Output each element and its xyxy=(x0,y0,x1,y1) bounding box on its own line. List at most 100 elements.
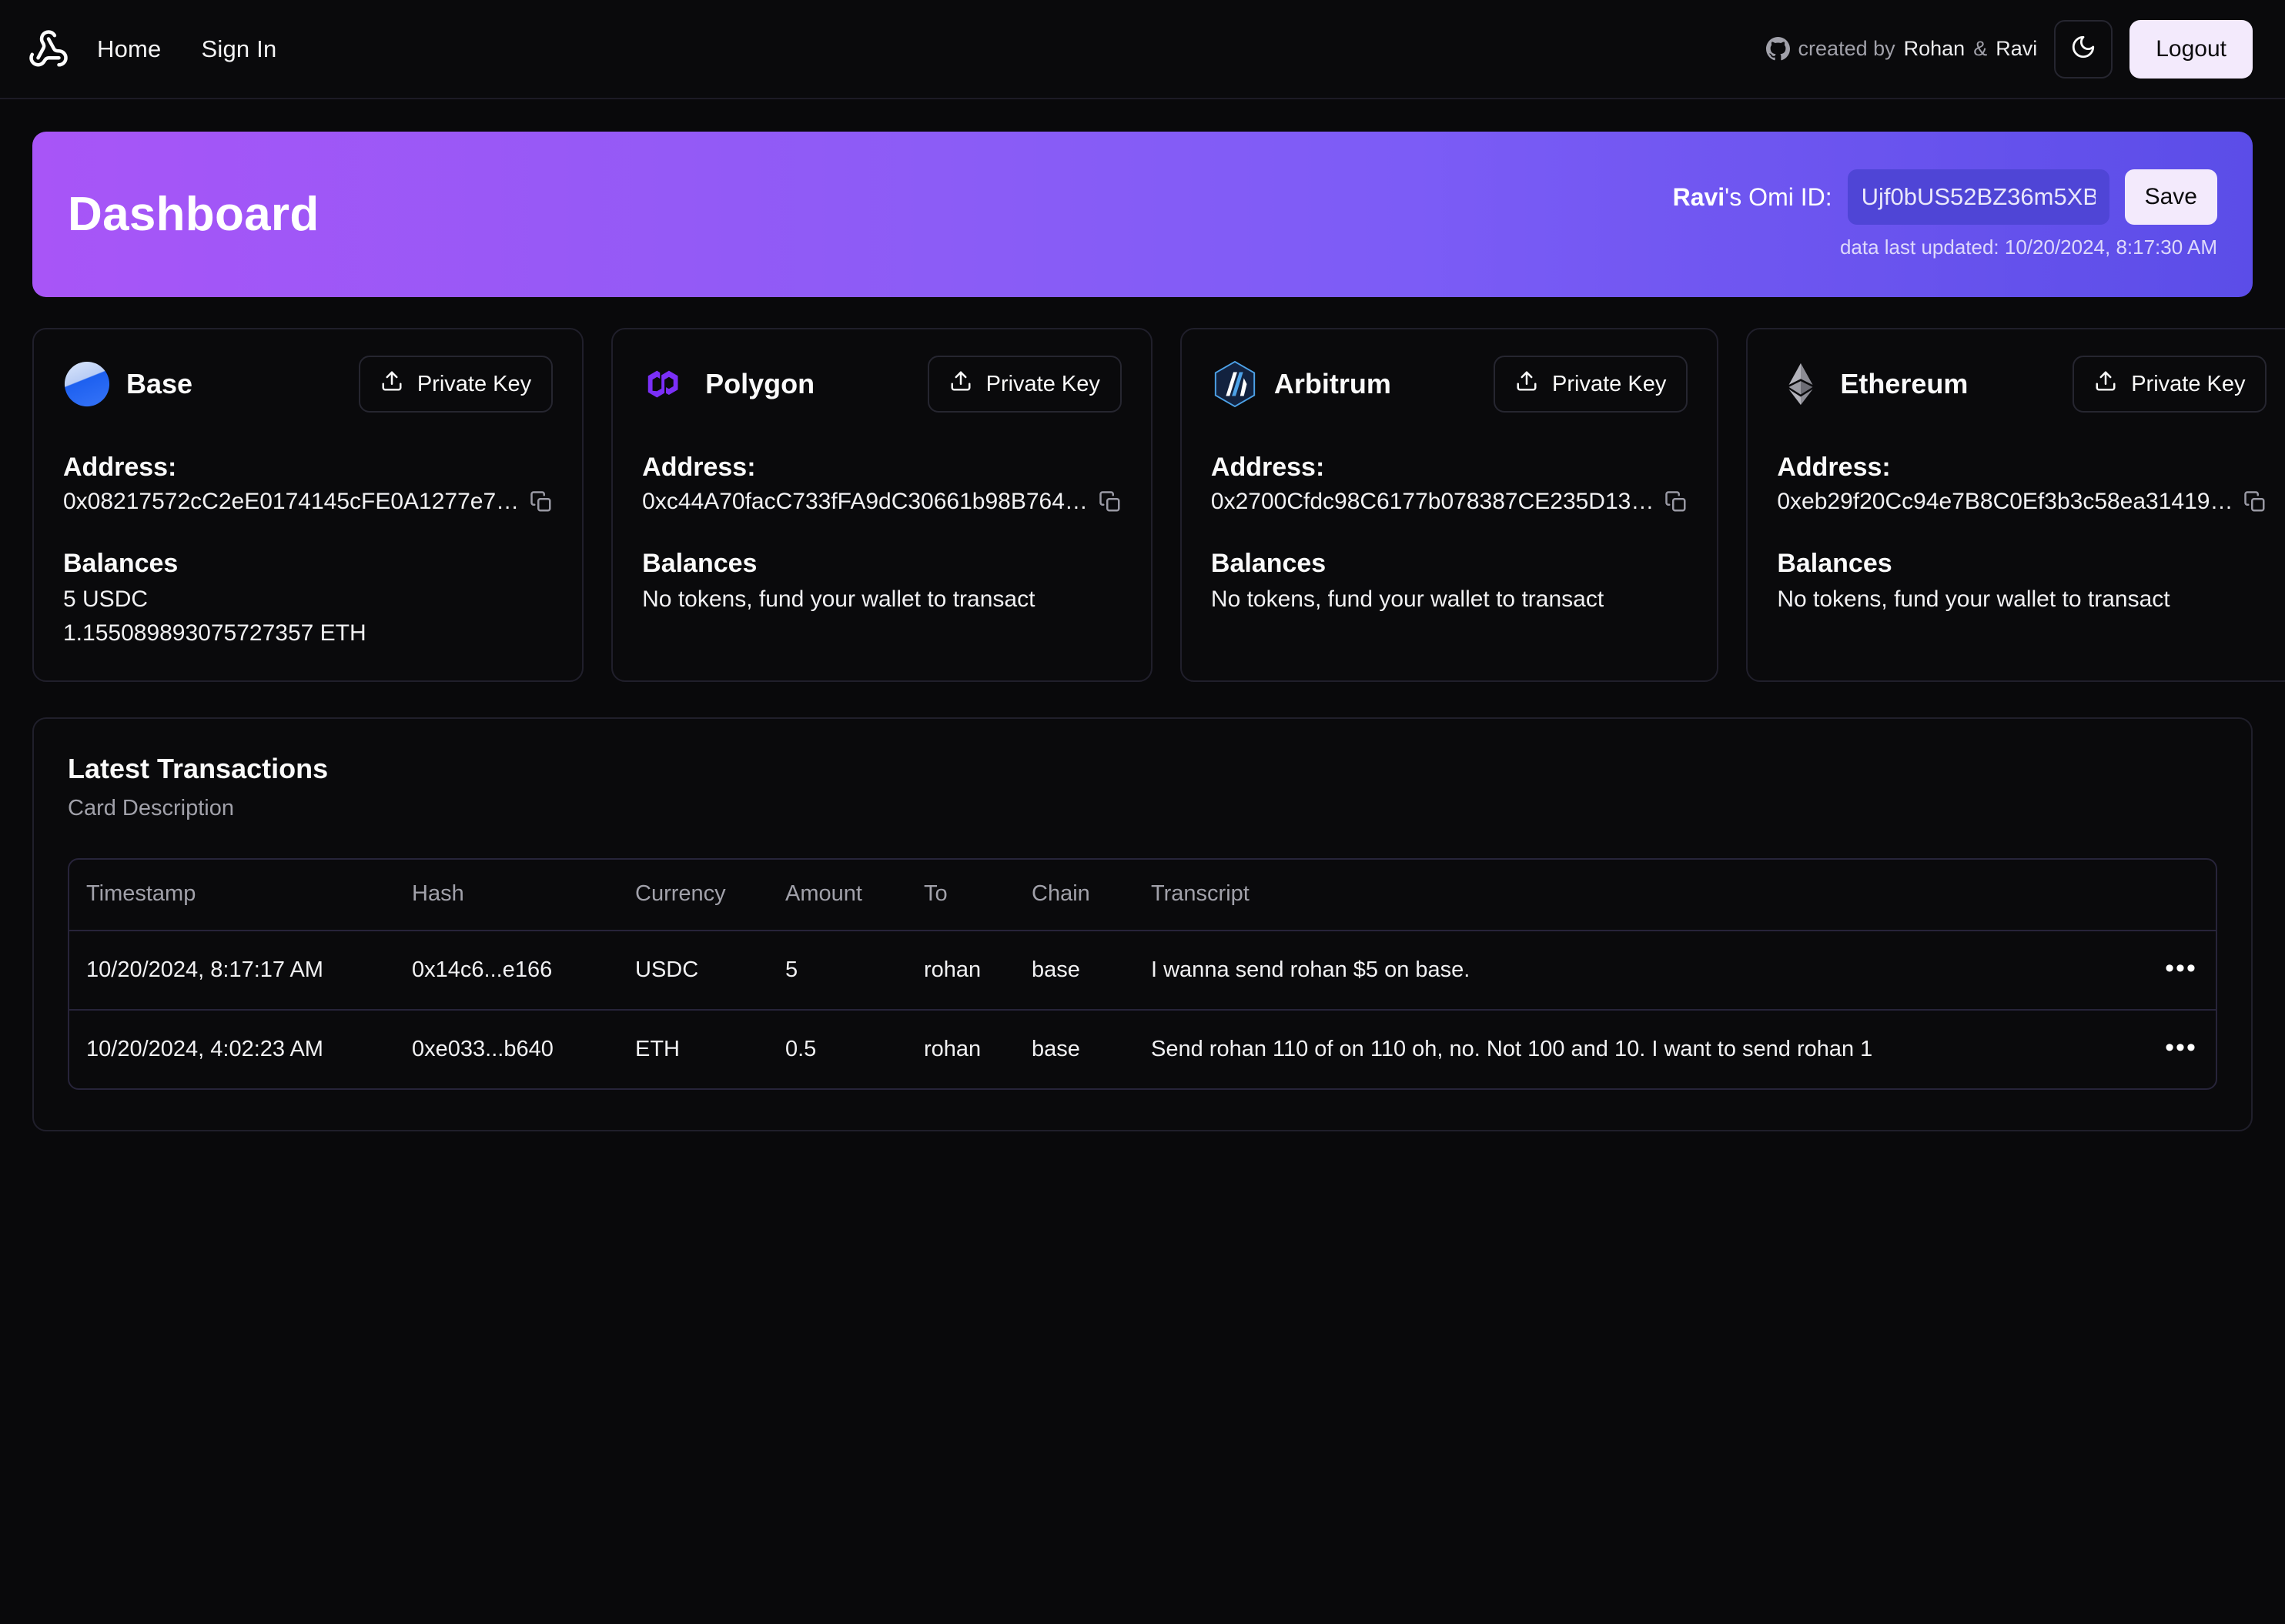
cell-timestamp: 10/20/2024, 4:02:23 AM xyxy=(86,1037,323,1061)
wallet-card-header: Base Private Key xyxy=(63,356,554,413)
upload-icon xyxy=(1515,369,1538,399)
wallet-name: Arbitrum xyxy=(1273,368,1391,399)
banner-right-group: Ravi's Omi ID: Save data last updated: 1… xyxy=(1673,132,2217,297)
column-header-timestamp: Timestamp xyxy=(69,860,412,931)
cell-transcript: Send rohan 110 of on 110 oh, no. Not 100… xyxy=(1151,1037,1873,1061)
cell-chain: base xyxy=(1032,1037,1080,1061)
cell-hash: 0x14c6...e166 xyxy=(412,931,635,1011)
webhook-logo-icon[interactable] xyxy=(28,28,69,70)
wallet-card-header: Arbitrum Private Key xyxy=(1211,356,1688,413)
nav-right-group: created by Rohan & Ravi Logout xyxy=(1765,19,2253,79)
nav-link-sign-in[interactable]: Sign In xyxy=(202,35,277,63)
wallet-card-polygon: Polygon Private Key Address: 0xc44A70fac… xyxy=(611,328,1153,682)
logout-button[interactable]: Logout xyxy=(2129,19,2253,79)
balance-line: 1.155089893075727357 ETH xyxy=(63,620,366,646)
copy-icon[interactable] xyxy=(1099,490,1122,513)
column-header-amount: Amount xyxy=(785,860,924,931)
column-header-hash: Hash xyxy=(412,860,635,931)
balance-line: 5 USDC xyxy=(63,586,149,612)
ellipsis-icon[interactable]: ••• xyxy=(2165,1033,2197,1062)
ethereum-chain-icon xyxy=(1777,360,1825,408)
last-updated-text: data last updated: 10/20/2024, 8:17:30 A… xyxy=(1839,236,2217,259)
credit-name-ravi: Ravi xyxy=(1996,37,2038,60)
column-header-transcript: Transcript xyxy=(1151,860,2146,931)
private-key-button-polygon[interactable]: Private Key xyxy=(927,356,1122,413)
arbitrum-chain-icon xyxy=(1211,360,1259,408)
polygon-chain-icon xyxy=(642,360,690,408)
address-value: 0xc44A70facC733fFA9dC30661b98B764… xyxy=(642,489,1088,514)
page-body: Dashboard Ravi's Omi ID: Save data last … xyxy=(0,99,2285,1131)
private-key-label: Private Key xyxy=(2131,371,2246,396)
credit-text: created by Rohan & Ravi xyxy=(1765,37,2038,61)
private-key-button-arbitrum[interactable]: Private Key xyxy=(1494,356,1688,413)
wallet-card-arbitrum: Arbitrum Private Key Address: 0x2700Cfdc… xyxy=(1179,328,1719,682)
copy-icon[interactable] xyxy=(2243,490,2267,513)
private-key-label: Private Key xyxy=(1552,371,1667,396)
balances-label: Balances xyxy=(1777,549,1892,578)
ellipsis-icon[interactable]: ••• xyxy=(2165,954,2197,983)
upload-icon xyxy=(380,369,403,399)
address-label: Address: xyxy=(642,453,756,482)
table-header-row: Timestamp Hash Currency Amount To Chain … xyxy=(69,860,2216,931)
balance-line: No tokens, fund your wallet to transact xyxy=(1210,586,1604,612)
balance-line: No tokens, fund your wallet to transact xyxy=(1777,586,2170,612)
latest-transactions-card: Latest Transactions Card Description Tim… xyxy=(32,717,2253,1131)
omi-id-input[interactable] xyxy=(1847,169,2109,225)
github-icon xyxy=(1765,37,1790,61)
balances-label: Balances xyxy=(63,549,179,578)
base-chain-icon xyxy=(63,360,111,408)
upload-icon xyxy=(949,369,972,399)
omi-id-label-name: Ravi xyxy=(1672,182,1725,211)
save-button[interactable]: Save xyxy=(2124,169,2217,225)
column-header-currency: Currency xyxy=(635,860,785,931)
copy-icon[interactable] xyxy=(530,490,553,513)
omi-id-row: Ravi's Omi ID: Save xyxy=(1673,169,2217,225)
cell-currency: ETH xyxy=(635,1037,680,1061)
cell-to: rohan xyxy=(924,1037,982,1061)
transactions-description: Card Description xyxy=(68,796,234,820)
address-value: 0x2700Cfdc98C6177b078387CE235D13… xyxy=(1210,489,1654,514)
nav-link-home[interactable]: Home xyxy=(97,35,162,63)
row-actions-cell: ••• xyxy=(2146,931,2216,1011)
wallet-brand: Base xyxy=(63,360,192,408)
copy-icon[interactable] xyxy=(1664,490,1688,513)
credit-prefix: created by xyxy=(1798,37,1895,60)
theme-toggle-button[interactable] xyxy=(2054,19,2113,79)
address-label: Address: xyxy=(1210,453,1325,482)
address-row: 0x2700Cfdc98C6177b078387CE235D13… xyxy=(1211,489,1688,515)
credit-amp: & xyxy=(1973,37,1988,60)
wallet-cards-grid: Base Private Key Address: 0x08217572cC2e… xyxy=(32,328,2285,682)
upload-icon xyxy=(2094,369,2117,399)
address-row: 0xc44A70facC733fFA9dC30661b98B764… xyxy=(642,489,1122,515)
transactions-title: Latest Transactions xyxy=(68,753,329,784)
wallet-card-header: Ethereum Private Key xyxy=(1777,356,2267,413)
address-row: 0x08217572cC2eE0174145cFE0A1277e7… xyxy=(63,489,553,515)
top-navbar: Home Sign In created by Rohan & Ravi Log… xyxy=(0,0,2285,99)
cell-timestamp: 10/20/2024, 8:17:17 AM xyxy=(69,931,412,1011)
table-head: Timestamp Hash Currency Amount To Chain … xyxy=(69,860,2216,931)
wallet-name: Polygon xyxy=(705,368,815,399)
private-key-button-base[interactable]: Private Key xyxy=(358,356,554,413)
balances-label: Balances xyxy=(642,549,758,578)
table-body: 10/20/2024, 8:17:17 AM 0x14c6...e166 USD… xyxy=(69,931,2216,1088)
cell-chain: base xyxy=(1032,931,1151,1011)
balance-line: No tokens, fund your wallet to transact xyxy=(642,586,1035,612)
wallet-name: Ethereum xyxy=(1840,368,1969,399)
address-row: 0xeb29f20Cc94e7B8C0Ef3b3c58ea31419… xyxy=(1777,489,2267,515)
wallet-card-ethereum: Ethereum Private Key Address: 0xeb29f20C… xyxy=(1746,328,2285,682)
wallet-card-base: Base Private Key Address: 0x08217572cC2e… xyxy=(32,328,584,682)
table-row[interactable]: 10/20/2024, 4:02:23 AM 0xe033...b640 ETH… xyxy=(69,1010,2216,1088)
transactions-table: Timestamp Hash Currency Amount To Chain … xyxy=(69,860,2216,1088)
dashboard-banner: Dashboard Ravi's Omi ID: Save data last … xyxy=(32,132,2253,297)
cell-amount: 5 xyxy=(785,931,924,1011)
address-label: Address: xyxy=(63,453,177,482)
private-key-button-ethereum[interactable]: Private Key xyxy=(2073,356,2267,413)
table-row[interactable]: 10/20/2024, 8:17:17 AM 0x14c6...e166 USD… xyxy=(69,931,2216,1011)
address-value: 0x08217572cC2eE0174145cFE0A1277e7… xyxy=(63,489,520,514)
wallet-name: Base xyxy=(126,368,193,399)
nav-links: Home Sign In xyxy=(97,35,276,63)
omi-id-label: Ravi's Omi ID: xyxy=(1673,183,1832,212)
wallet-brand: Ethereum xyxy=(1777,360,1968,408)
credit-name-rohan: Rohan xyxy=(1903,37,1966,60)
wallet-brand: Arbitrum xyxy=(1211,360,1391,408)
